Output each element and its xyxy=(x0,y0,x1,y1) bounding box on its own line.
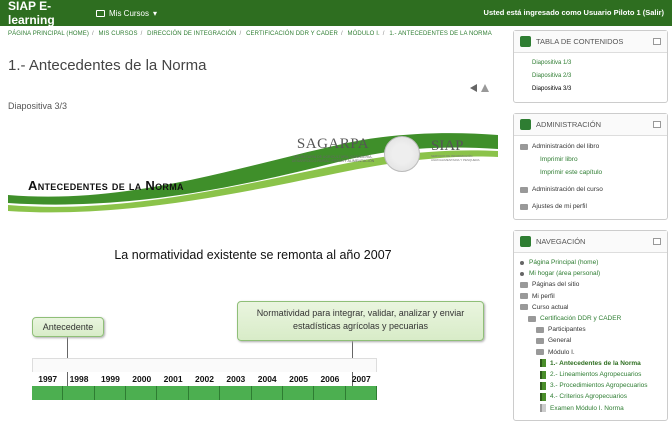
profile-settings-item[interactable]: Ajustes de mi perfil xyxy=(520,200,661,213)
year-label: 2007 xyxy=(351,374,371,384)
toc-title: TABLA DE CONTENIDOS xyxy=(536,37,624,46)
green-swoosh xyxy=(8,133,498,213)
antecedente-bubble: Antecedente xyxy=(32,317,104,337)
breadcrumb: PÁGINA PRINCIPAL (HOME) / MIS CURSOS / DIR… xyxy=(8,31,492,37)
toc-item-current: Diapositiva 3/3 xyxy=(532,86,572,92)
admin-header: ADMINISTRACIÓN xyxy=(514,114,667,136)
slide-label: Diapositiva 3/3 xyxy=(8,101,68,111)
folder-icon xyxy=(520,203,528,210)
toc-item[interactable]: Diapositiva 2/3 xyxy=(520,70,661,83)
course-admin-item[interactable]: Administración del curso xyxy=(520,183,661,196)
year-label: 2005 xyxy=(289,374,309,384)
collapse-icon[interactable] xyxy=(653,121,661,128)
breadcrumb-current[interactable]: 1.- ANTECEDENTES DE LA NORMA xyxy=(389,31,492,37)
nav-current-course[interactable]: Curso actual xyxy=(520,302,661,313)
print-book-link[interactable]: Imprimir libro xyxy=(520,153,661,166)
book-admin-item[interactable]: Administración del libro xyxy=(520,140,661,153)
nav-my-profile[interactable]: Mi perfil xyxy=(520,291,661,302)
login-info[interactable]: Usted está ingresado como Usuario Piloto… xyxy=(484,8,664,17)
gears-icon xyxy=(520,119,531,130)
timeline: 1997 1998 1999 2000 2001 2002 2003 2004 … xyxy=(32,358,377,404)
year-label: 1999 xyxy=(100,374,120,384)
top-navbar: SIAP E-learning Mis Cursos ▾ Usted está … xyxy=(0,0,672,27)
nav-chapter-2[interactable]: 2.- Lineamientos Agropecuarios xyxy=(520,369,661,380)
nav-module[interactable]: Módulo I. xyxy=(520,347,661,358)
breadcrumb-module[interactable]: MÓDULO I. xyxy=(348,31,380,37)
nav-chapter-1[interactable]: 1.- Antecedentes de la Norma xyxy=(520,358,661,369)
nav-exam[interactable]: Examen Módulo I. Norma xyxy=(520,403,661,414)
year-label: 1998 xyxy=(69,374,89,384)
nav-site-pages[interactable]: Páginas del sitio xyxy=(520,279,661,290)
slide-nav xyxy=(470,84,489,92)
normatividad-bubble: Normatividad para integrar, validar, ana… xyxy=(237,301,484,341)
folder-icon xyxy=(520,186,528,193)
year-label: 2001 xyxy=(163,374,183,384)
sagarpa-logo: SAGARPA SECRETARÍA DE AGRICULTURA, GANAD… xyxy=(291,136,375,164)
year-label: 2004 xyxy=(257,374,277,384)
briefcase-icon xyxy=(96,9,105,17)
admin-title: ADMINISTRACIÓN xyxy=(536,120,602,129)
site-brand[interactable]: SIAP E-learning xyxy=(0,0,92,27)
mexico-seal-icon xyxy=(384,136,420,172)
print-chapter-link[interactable]: Imprimir este capítulo xyxy=(520,166,661,179)
collapse-icon[interactable] xyxy=(653,38,661,45)
my-courses-label: Mis Cursos xyxy=(109,8,150,18)
nav-header: NAVEGACIÓN xyxy=(514,231,667,253)
slide-content: SAGARPA SECRETARÍA DE AGRICULTURA, GANAD… xyxy=(8,127,498,444)
year-label: 2000 xyxy=(132,374,152,384)
slide-statement: La normatividad existente se remonta al … xyxy=(114,248,392,262)
caret-down-icon: ▾ xyxy=(153,8,158,18)
timeline-bar xyxy=(32,386,377,400)
navigation-block: NAVEGACIÓN Página Principal (home) Mi ho… xyxy=(513,230,668,421)
toc-block: TABLA DE CONTENIDOS Diapositiva 1/3 Diap… xyxy=(513,30,668,103)
nav-my-home[interactable]: Mi hogar (área personal) xyxy=(520,268,661,279)
folder-icon xyxy=(520,143,528,150)
breadcrumb-certification[interactable]: CERTIFICACIÓN DDR Y CADER xyxy=(246,31,338,37)
collapse-icon[interactable] xyxy=(653,238,661,245)
admin-block: ADMINISTRACIÓN Administración del libro … xyxy=(513,113,668,220)
siap-logo: SIAP SERVICIO DE INFORMACIÓN AGROALIMENT… xyxy=(431,138,480,162)
timeline-header xyxy=(32,358,377,372)
toc-header: TABLA DE CONTENIDOS xyxy=(514,31,667,53)
book-icon xyxy=(520,36,531,47)
breadcrumb-my-courses[interactable]: MIS CURSOS xyxy=(99,31,138,37)
timeline-years: 1997 1998 1999 2000 2001 2002 2003 2004 … xyxy=(32,372,377,386)
nav-title: NAVEGACIÓN xyxy=(536,237,586,246)
toc-item[interactable]: Diapositiva 1/3 xyxy=(520,57,661,70)
page-title: 1.- Antecedentes de la Norma xyxy=(8,57,207,74)
nav-participants[interactable]: Participantes xyxy=(520,324,661,335)
previous-arrow-icon[interactable] xyxy=(470,84,477,92)
nav-chapter-3[interactable]: 3.- Procedimientos Agropecuarios xyxy=(520,380,661,391)
year-label: 2003 xyxy=(226,374,246,384)
sidebar: TABLA DE CONTENIDOS Diapositiva 1/3 Diap… xyxy=(513,30,668,431)
year-label: 1997 xyxy=(38,374,58,384)
nav-general[interactable]: General xyxy=(520,335,661,346)
up-arrow-icon[interactable] xyxy=(481,84,489,92)
nav-home[interactable]: Página Principal (home) xyxy=(520,257,661,268)
breadcrumb-home[interactable]: PÁGINA PRINCIPAL (HOME) xyxy=(8,31,89,37)
year-label: 2002 xyxy=(195,374,214,384)
nav-course[interactable]: Certificación DDR y CADER xyxy=(520,313,661,324)
year-label: 2006 xyxy=(320,374,340,384)
slide-title: Antecedentes de la Norma xyxy=(28,178,184,193)
breadcrumb-direction[interactable]: DIRECCIÓN DE INTEGRACIÓN xyxy=(147,31,236,37)
nav-chapter-4[interactable]: 4.- Criterios Agropecuarios xyxy=(520,391,661,402)
sitemap-icon xyxy=(520,236,531,247)
my-courses-menu[interactable]: Mis Cursos ▾ xyxy=(96,9,157,18)
